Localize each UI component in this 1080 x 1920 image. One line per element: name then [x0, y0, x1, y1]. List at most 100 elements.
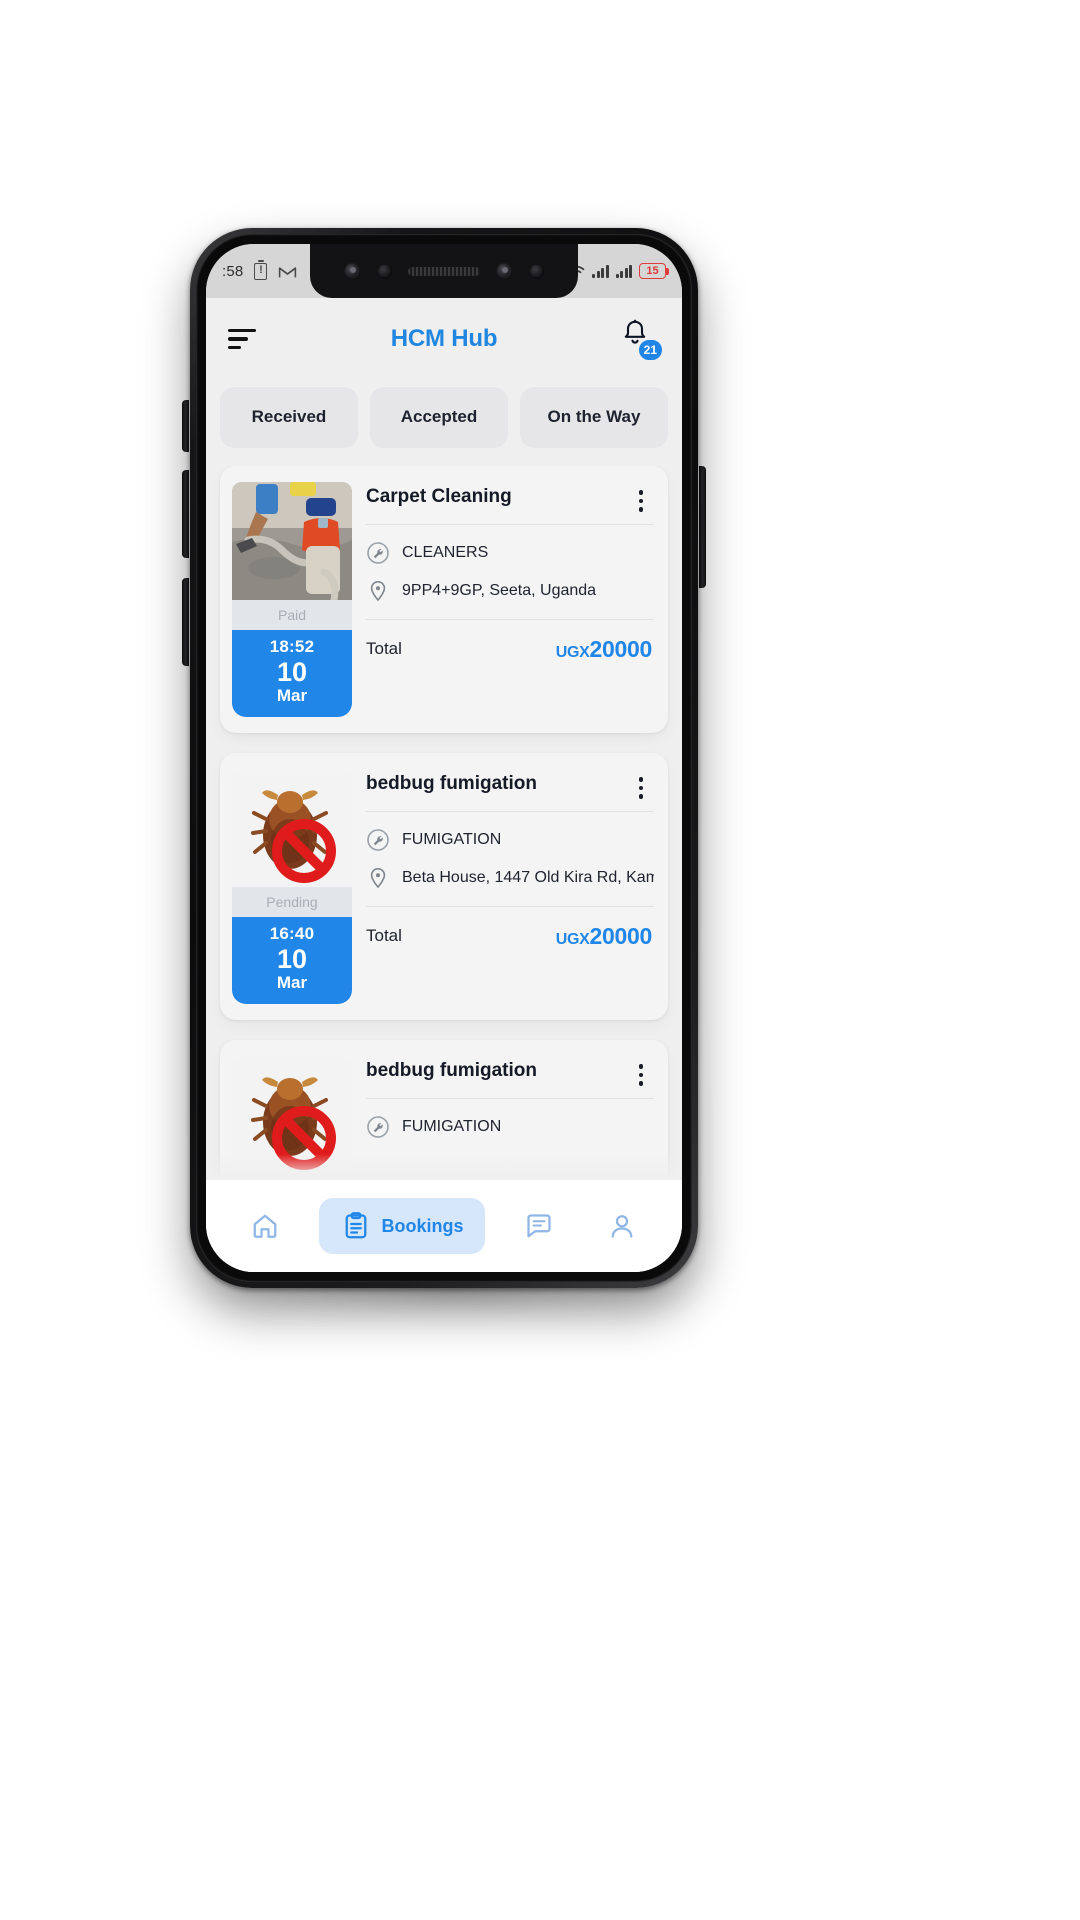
status-filter-tabs: Received Accepted On the Way	[206, 380, 682, 466]
phone-button-power[interactable]	[699, 466, 706, 588]
phone-frame: :58 ! 15 HCM Hub 21 Received Accepted On…	[190, 228, 698, 1288]
front-camera-secondary-icon	[496, 262, 513, 280]
phone-button-volume-down[interactable]	[182, 578, 189, 666]
hamburger-menu-icon[interactable]	[228, 328, 258, 350]
booking-category: CLEANERS	[402, 543, 489, 561]
booking-time: 18:52	[269, 637, 315, 656]
booking-category: FUMIGATION	[402, 830, 502, 848]
booking-category-row: FUMIGATION	[366, 1099, 654, 1139]
location-pin-icon	[366, 579, 390, 603]
wrench-icon	[366, 541, 390, 565]
tab-on-the-way-label: On the Way	[547, 407, 641, 426]
page-title: HCM Hub	[390, 325, 498, 352]
earpiece-speaker	[408, 266, 480, 276]
tab-received[interactable]: Received	[220, 386, 358, 448]
bottom-navigation: Bookings	[206, 1180, 682, 1272]
booking-time: 16:40	[269, 924, 315, 944]
bookings-list[interactable]: Paid 18:52 10 Mar Carpet Cleaning CLEANE…	[206, 466, 682, 1180]
booking-total-row: Total UGX20000	[366, 907, 654, 952]
nav-item-bookings[interactable]: Bookings	[319, 1198, 486, 1254]
app-container: HCM Hub 21 Received Accepted On the Way …	[206, 298, 682, 1272]
tab-on-the-way[interactable]: On the Way	[520, 386, 668, 448]
tab-received-label: Received	[251, 407, 327, 426]
status-bar-right: 15	[566, 263, 669, 279]
booking-amount: 20000	[589, 635, 653, 662]
clipboard-icon	[346, 1212, 367, 1239]
booking-title: bedbug fumigation	[366, 1060, 537, 1082]
booking-category-row: FUMIGATION	[366, 812, 654, 852]
status-time: :58	[222, 262, 244, 280]
proximity-sensor-icon	[377, 263, 392, 279]
booking-status-chip: Pending	[232, 887, 352, 918]
battery-alert-icon	[254, 262, 268, 280]
booking-card-right: bedbug fumigation	[366, 769, 654, 1004]
booking-month: Mar	[276, 686, 308, 706]
booking-month: Mar	[276, 973, 308, 993]
booking-header: bedbug fumigation	[366, 1056, 654, 1098]
bedbug-photo	[232, 769, 352, 888]
nav-item-messages[interactable]	[510, 1199, 568, 1253]
booking-location: Beta House, 1447 Old Kira Rd, Kamp	[402, 868, 654, 886]
notification-bell-button[interactable]: 21	[620, 318, 664, 362]
booking-category: FUMIGATION	[402, 1117, 502, 1135]
booking-location: 9PP4+9GP, Seeta, Uganda	[402, 581, 597, 599]
booking-location-row: 9PP4+9GP, Seeta, Uganda	[366, 565, 654, 603]
booking-currency: UGX	[555, 930, 590, 948]
chat-icon	[527, 1214, 552, 1238]
booking-card[interactable]: Paid 18:52 10 Mar Carpet Cleaning CLEANE…	[220, 466, 668, 734]
phone-notch	[310, 244, 578, 298]
nav-item-home[interactable]	[236, 1199, 294, 1253]
booking-status-chip: Paid	[232, 600, 352, 630]
gmail-icon	[278, 264, 297, 279]
booking-card-right: bedbug fumigation	[366, 1056, 654, 1174]
booking-day: 10	[276, 656, 308, 687]
location-pin-icon	[366, 866, 390, 890]
screenshot-stage: :58 ! 15 HCM Hub 21 Received Accepted On…	[0, 0, 1080, 1920]
booking-total-label: Total	[366, 926, 402, 946]
booking-header: bedbug fumigation	[366, 769, 654, 811]
kebab-menu-icon[interactable]	[628, 773, 654, 799]
booking-card-left: Pending 16:40 10 Mar	[232, 769, 352, 1005]
booking-total-label: Total	[366, 639, 402, 658]
app-bar: HCM Hub 21	[206, 298, 682, 380]
kebab-menu-icon[interactable]	[628, 1060, 654, 1086]
tab-accepted-label: Accepted	[400, 407, 478, 426]
booking-amount: 20000	[589, 922, 653, 949]
booking-card-left	[232, 1056, 352, 1175]
phone-screen: :58 ! 15 HCM Hub 21 Received Accepted On…	[206, 244, 682, 1272]
booking-date-box: 16:40 10 Mar	[232, 917, 352, 1005]
signal-bars-icon	[592, 264, 609, 278]
person-icon	[612, 1215, 633, 1238]
front-camera-icon	[344, 262, 361, 280]
booking-currency: UGX	[555, 643, 590, 661]
booking-location-row: Beta House, 1447 Old Kira Rd, Kamp	[366, 852, 654, 890]
booking-card-right: Carpet Cleaning CLEANERS 9PP4+9GP, Seeta…	[366, 482, 654, 717]
wrench-icon	[366, 828, 390, 852]
booking-day: 10	[276, 943, 308, 974]
booking-card[interactable]: bedbug fumigation FUMIGATION	[220, 1040, 668, 1180]
phone-button-silent[interactable]	[182, 400, 189, 452]
nav-item-profile[interactable]	[593, 1199, 651, 1253]
booking-total-value: UGX20000	[555, 635, 653, 663]
booking-title: bedbug fumigation	[366, 773, 537, 795]
booking-total-row: Total UGX20000	[366, 620, 654, 665]
kebab-menu-icon[interactable]	[628, 486, 654, 512]
booking-category-row: CLEANERS	[366, 525, 654, 565]
bedbug-photo	[232, 1056, 352, 1175]
booking-title: Carpet Cleaning	[366, 486, 512, 507]
light-sensor-icon	[529, 263, 544, 279]
tab-accepted[interactable]: Accepted	[370, 386, 508, 448]
battery-percent-badge: 15	[639, 263, 669, 279]
booking-card-left: Paid 18:52 10 Mar	[232, 482, 352, 718]
booking-total-value: UGX20000	[555, 922, 653, 950]
booking-card[interactable]: Pending 16:40 10 Mar bedbug fumigation F…	[220, 753, 668, 1021]
booking-header: Carpet Cleaning	[366, 482, 654, 524]
carpet-cleaning-photo	[232, 482, 352, 600]
home-icon	[254, 1214, 277, 1238]
signal-bars-icon-2	[615, 264, 632, 278]
notification-count-badge: 21	[636, 338, 664, 362]
wrench-icon	[366, 1115, 390, 1139]
phone-button-volume-up[interactable]	[182, 470, 189, 558]
booking-date-box: 18:52 10 Mar	[232, 630, 352, 718]
nav-item-bookings-label: Bookings	[381, 1215, 464, 1236]
